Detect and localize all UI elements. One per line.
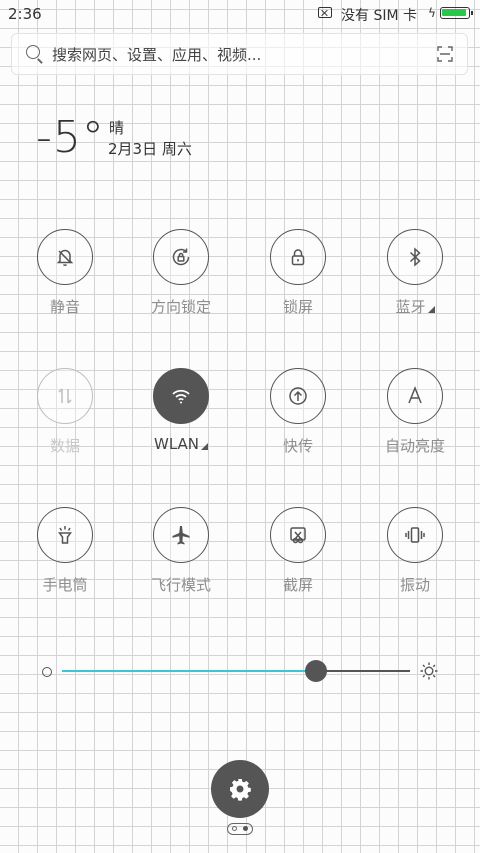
search-bar[interactable]: 搜索网页、设置、应用、视频...	[11, 33, 468, 75]
gear-icon	[230, 779, 251, 801]
brightness-slider-thumb[interactable]	[305, 660, 328, 682]
search-icon	[26, 45, 40, 59]
toggle-bluetooth[interactable]: 蓝牙	[365, 229, 465, 317]
toggle-label: 手电筒	[42, 576, 88, 594]
weather-temperature: -5°	[36, 112, 105, 163]
toggle-auto-brightness[interactable]: 自动亮度	[365, 368, 465, 456]
toggle-label: 数据	[49, 437, 80, 455]
page-indicator[interactable]	[227, 823, 253, 835]
brightness-low-icon	[42, 667, 52, 677]
bell-off-icon	[37, 229, 93, 285]
toggle-label: 方向锁定	[150, 298, 211, 316]
toggle-label: 锁屏	[282, 298, 313, 316]
wifi-icon	[153, 368, 209, 424]
sim-status-text: 没有 SIM 卡	[341, 8, 417, 24]
toggle-flashlight[interactable]: 手电筒	[15, 507, 115, 595]
screenshot-icon	[270, 507, 326, 563]
lightning-icon: ϟ	[428, 6, 436, 20]
page-dot-2-active	[243, 826, 248, 831]
more-options-indicator	[427, 306, 435, 313]
vibrate-icon	[387, 507, 443, 563]
mobile-data-icon	[37, 368, 93, 424]
lock-icon	[270, 229, 326, 285]
toggle-screenshot[interactable]: 截屏	[248, 507, 348, 595]
toggle-vibrate[interactable]: 振动	[365, 507, 465, 595]
scan-icon[interactable]	[437, 46, 453, 62]
more-options-indicator	[201, 443, 208, 450]
toggle-label: 自动亮度	[384, 437, 445, 455]
weather-date: 2月3日 周六	[108, 140, 192, 158]
brightness-slider[interactable]	[62, 660, 410, 682]
brightness-slider-fill	[62, 670, 317, 672]
no-sim-icon	[318, 7, 332, 18]
status-time: 2:36	[8, 5, 42, 23]
flashlight-icon	[37, 507, 93, 563]
search-input[interactable]: 搜索网页、设置、应用、视频...	[52, 44, 261, 65]
battery-icon	[440, 7, 473, 19]
toggle-lock-screen[interactable]: 锁屏	[248, 229, 348, 317]
page-dot-1	[232, 826, 237, 831]
quick-transfer-icon	[270, 368, 326, 424]
toggle-label: 快传	[282, 437, 313, 455]
toggle-label: 蓝牙	[365, 296, 465, 317]
airplane-icon	[153, 507, 209, 563]
weather-condition: 晴	[109, 119, 125, 137]
toggle-rotation-lock[interactable]: 方向锁定	[131, 229, 231, 317]
brightness-high-icon	[420, 662, 438, 680]
battery-level-fill	[442, 9, 466, 16]
bluetooth-icon	[387, 229, 443, 285]
settings-button[interactable]	[211, 760, 269, 818]
toggle-mobile-data[interactable]: 数据	[15, 368, 115, 456]
toggle-label: 飞行模式	[150, 576, 211, 594]
toggle-quick-transfer[interactable]: 快传	[248, 368, 348, 456]
toggle-label: 振动	[399, 576, 430, 594]
toggle-label: 截屏	[282, 576, 313, 594]
toggle-label: WLAN	[131, 435, 231, 453]
toggle-mute[interactable]: 静音	[15, 229, 115, 317]
toggle-label: 静音	[49, 298, 80, 316]
toggle-wlan[interactable]: WLAN	[131, 368, 231, 453]
rotation-lock-icon	[153, 229, 209, 285]
auto-brightness-icon	[387, 368, 443, 424]
toggle-airplane-mode[interactable]: 飞行模式	[131, 507, 231, 595]
